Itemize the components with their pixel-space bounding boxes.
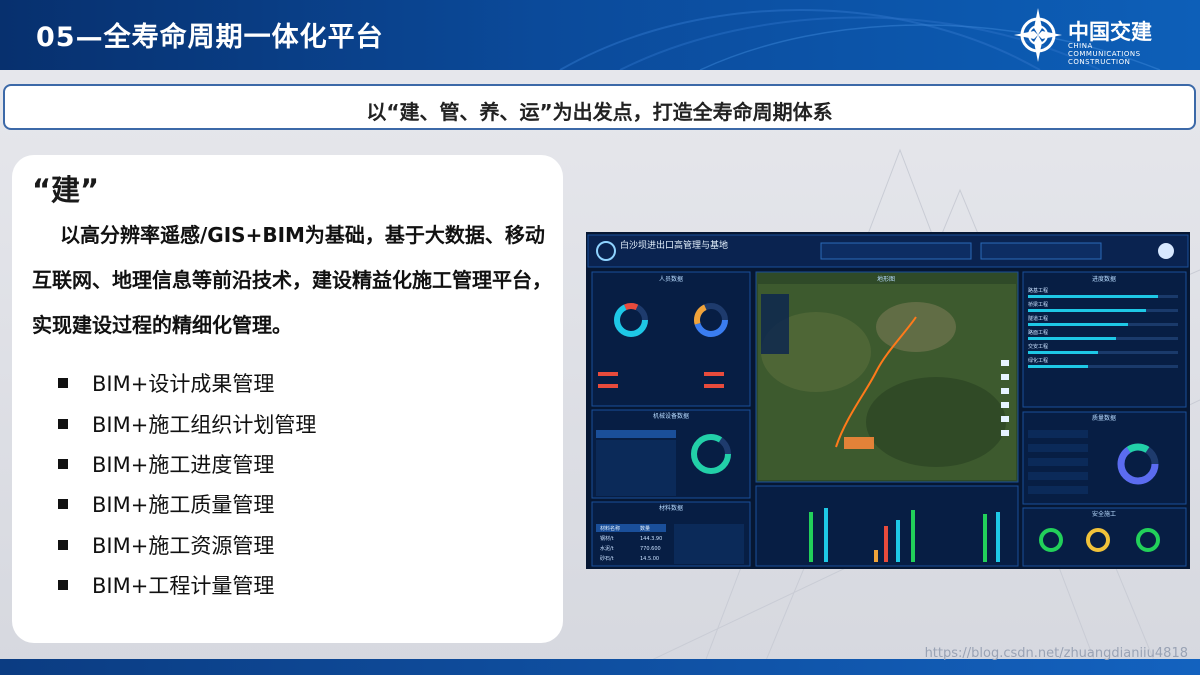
progress-row-label: 路面工程 [1028,329,1048,336]
section-paragraph: 以高分辨率遥感/GIS+BIM为基础，基于大数据、移动互联网、地理信息等前沿技术… [32,223,552,337]
table-cell: 14.5.00 [640,556,659,562]
list-item-label: BIM+施工进度管理 [92,452,275,477]
list-item: BIM+施工资源管理 [58,525,316,565]
table-cell: 钢材/t [600,535,614,542]
square-bullet-icon [58,580,68,591]
progress-row-label: 路基工程 [1028,287,1048,294]
feature-list: BIM+设计成果管理 BIM+施工组织计划管理 BIM+施工进度管理 BIM+施… [58,363,316,605]
section-heading: “建” [32,173,100,207]
progress-row-label: 桥梁工程 [1028,301,1048,308]
progress-row-label: 交安工程 [1028,343,1048,350]
right-column: 进度数据 路基工程 桥梁工程 隧道工程 路面工程 交安工程 绿化工程 质量数据 … [1022,271,1187,567]
square-bullet-icon [58,378,68,389]
page-title: 05—全寿命周期一体化平台 [36,22,384,53]
list-item-label: BIM+施工组织计划管理 [92,412,317,437]
logo-emblem-icon [1014,8,1062,62]
square-bullet-icon [58,418,68,429]
content-card: “建” 以高分辨率遥感/GIS+BIM为基础，基于大数据、移动互联网、地理信息等… [12,155,563,643]
square-bullet-icon [58,499,68,510]
list-item-label: BIM+工程计量管理 [92,574,275,599]
table-cell: 770.600 [640,546,661,552]
list-item: BIM+施工组织计划管理 [58,403,316,443]
panel-title-quality: 质量数据 [1092,414,1116,422]
dashboard-title: 白沙坝进出口高管理与基地 [620,239,728,251]
list-item-label: BIM+设计成果管理 [92,372,275,397]
user-avatar [1158,243,1174,259]
panel-title-machines: 机械设备数据 [653,412,689,420]
square-bullet-icon [58,458,68,469]
list-item: BIM+施工质量管理 [58,484,316,524]
panel-title-map: 地形图 [877,275,895,283]
dashboard-graphic: 白沙坝进出口高管理与基地 人员数据 机械设备数据 材料数据 材料名称 数量 钢材… [586,232,1190,569]
table-cell: 144.3.90 [640,536,662,542]
footer-bar [0,659,1200,675]
square-bullet-icon [58,539,68,550]
list-item: BIM+设计成果管理 [58,363,316,403]
subtitle-bar: 以“建、管、养、运”为出发点，打造全寿命周期体系 [3,84,1196,130]
panel-title-materials: 材料数据 [659,504,683,512]
center-map: 地形图 [755,271,1019,567]
panel-title-progress: 进度数据 [1092,275,1116,283]
list-item-label: BIM+施工质量管理 [92,493,275,518]
table-header-qty: 数量 [640,525,650,532]
table-cell: 水泥/t [600,545,614,552]
subtitle-text: 以“建、管、养、运”为出发点，打造全寿命周期体系 [366,100,833,124]
progress-row-label: 隧道工程 [1028,315,1048,322]
logo-subtitle: CHINA COMMUNICATIONS CONSTRUCTION [1068,42,1141,66]
panel-title-safety: 安全施工 [1092,510,1116,518]
table-header-name: 材料名称 [600,525,620,532]
company-logo: 中国交建 CHINA COMMUNICATIONS CONSTRUCTION [1012,6,1162,66]
watermark: https://blog.csdn.net/zhuangdianiiu4818 [924,646,1188,661]
left-column: 人员数据 机械设备数据 材料数据 材料名称 数量 钢材/t 144.3.90 水… [591,271,751,567]
list-item: BIM+施工进度管理 [58,444,316,484]
table-cell: 砂石/t [600,555,614,562]
header-banner: 05—全寿命周期一体化平台 中国交建 CHINA COMMUNICATIONS … [0,0,1200,70]
list-item: BIM+工程计量管理 [58,565,316,605]
list-item-label: BIM+施工资源管理 [92,533,275,558]
dashboard-screenshot: 白沙坝进出口高管理与基地 人员数据 机械设备数据 材料数据 材料名称 数量 钢材… [586,232,1190,569]
progress-row-label: 绿化工程 [1028,357,1048,364]
panel-title-people: 人员数据 [659,275,683,283]
